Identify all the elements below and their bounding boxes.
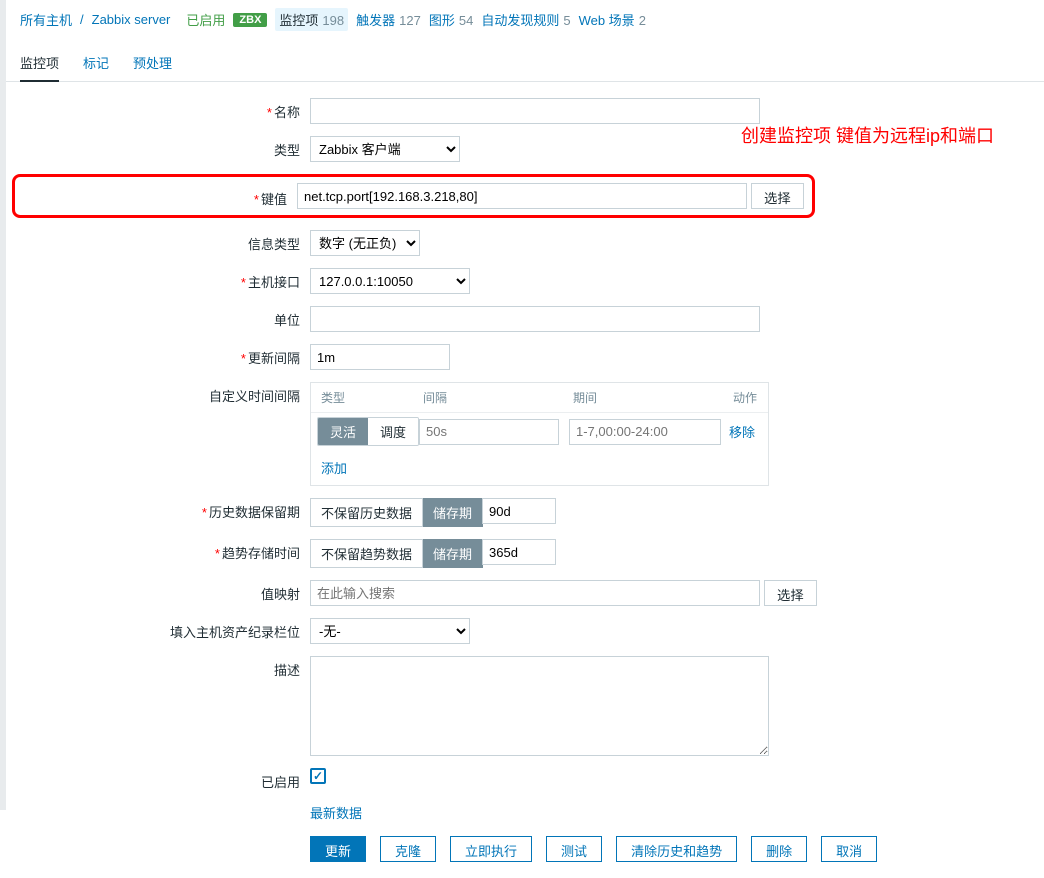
link-all-hosts[interactable]: 所有主机: [20, 10, 72, 29]
link-discovery[interactable]: 自动发现规则 5: [481, 10, 570, 29]
th-interval: 间隔: [413, 383, 563, 412]
trends-value-input[interactable]: [482, 539, 556, 565]
name-input[interactable]: [310, 98, 760, 124]
type-select[interactable]: Zabbix 客户端: [310, 136, 460, 162]
interval-table: 类型 间隔 期间 动作 灵活 调度: [310, 382, 769, 486]
label-info-type: 信息类型: [20, 230, 310, 253]
tab-item[interactable]: 监控项: [20, 45, 59, 82]
th-period: 期间: [563, 383, 723, 412]
th-type: 类型: [311, 383, 413, 412]
remove-link[interactable]: 移除: [729, 425, 755, 440]
period-input[interactable]: [569, 419, 721, 445]
label-type: 类型: [20, 136, 310, 159]
tabs: 监控项 标记 预处理: [6, 45, 1044, 82]
th-action: 动作: [723, 383, 767, 412]
label-history: *历史数据保留期: [20, 498, 310, 521]
status-enabled: 已启用: [186, 10, 225, 29]
key-highlight: *键值 选择: [12, 174, 815, 218]
history-value-input[interactable]: [482, 498, 556, 524]
label-update-interval: *更新间隔: [20, 344, 310, 367]
clear-button[interactable]: 清除历史和趋势: [616, 836, 737, 862]
seg-sched[interactable]: 调度: [368, 418, 418, 445]
execute-button[interactable]: 立即执行: [450, 836, 532, 862]
label-description: 描述: [20, 656, 310, 679]
history-toggle[interactable]: 不保留历史数据 储存期: [310, 498, 556, 527]
interval-type-toggle[interactable]: 灵活 调度: [317, 417, 419, 446]
host-iface-select[interactable]: 127.0.0.1:10050: [310, 268, 470, 294]
add-interval-link[interactable]: 添加: [321, 461, 347, 476]
label-valuemap: 值映射: [20, 580, 310, 603]
trends-toggle[interactable]: 不保留趋势数据 储存期: [310, 539, 556, 568]
link-web[interactable]: Web 场景 2: [579, 10, 646, 29]
label-enabled: 已启用: [20, 768, 310, 791]
label-trends: *趋势存储时间: [20, 539, 310, 562]
interval-input[interactable]: [419, 419, 559, 445]
label-host-iface: *主机接口: [20, 268, 310, 291]
latest-data-link[interactable]: 最新数据: [310, 806, 362, 821]
tab-tags[interactable]: 标记: [83, 45, 109, 81]
separator: /: [80, 12, 84, 27]
breadcrumb-bar: 所有主机 / Zabbix server 已启用 ZBX 监控项 198 触发器…: [6, 0, 1044, 39]
history-no-keep[interactable]: 不保留历史数据: [310, 498, 423, 527]
valuemap-input[interactable]: [310, 580, 760, 606]
link-triggers[interactable]: 触发器 127: [356, 10, 421, 29]
clone-button[interactable]: 克隆: [380, 836, 436, 862]
link-host[interactable]: Zabbix server: [92, 12, 171, 27]
annotation-text: 创建监控项 键值为远程ip和端口: [741, 122, 994, 148]
seg-flex[interactable]: 灵活: [318, 418, 368, 445]
label-custom-intervals: 自定义时间间隔: [20, 382, 310, 405]
cancel-button[interactable]: 取消: [821, 836, 877, 862]
label-inventory: 填入主机资产纪录栏位: [20, 618, 310, 641]
key-select-button[interactable]: 选择: [751, 183, 804, 209]
update-interval-input[interactable]: [310, 344, 450, 370]
valuemap-select-button[interactable]: 选择: [764, 580, 817, 606]
description-textarea[interactable]: [310, 656, 769, 756]
inventory-select[interactable]: -无-: [310, 618, 470, 644]
label-key: *键值: [15, 185, 297, 208]
units-input[interactable]: [310, 306, 760, 332]
test-button[interactable]: 测试: [546, 836, 602, 862]
label-name: *名称: [20, 98, 310, 121]
update-button[interactable]: 更新: [310, 836, 366, 862]
info-type-select[interactable]: 数字 (无正负): [310, 230, 420, 256]
trends-no-keep[interactable]: 不保留趋势数据: [310, 539, 423, 568]
link-items[interactable]: 监控项 198: [275, 8, 348, 31]
link-graphs[interactable]: 图形 54: [429, 10, 473, 29]
history-store[interactable]: 储存期: [423, 498, 483, 527]
key-input[interactable]: [297, 183, 747, 209]
zbx-badge: ZBX: [233, 13, 267, 27]
action-buttons: 更新 克隆 立即执行 测试 清除历史和趋势 删除 取消: [310, 836, 1030, 862]
enabled-checkbox[interactable]: ✓: [310, 768, 326, 784]
label-units: 单位: [20, 306, 310, 329]
tab-preproc[interactable]: 预处理: [133, 45, 172, 81]
delete-button[interactable]: 删除: [751, 836, 807, 862]
trends-store[interactable]: 储存期: [423, 539, 483, 568]
